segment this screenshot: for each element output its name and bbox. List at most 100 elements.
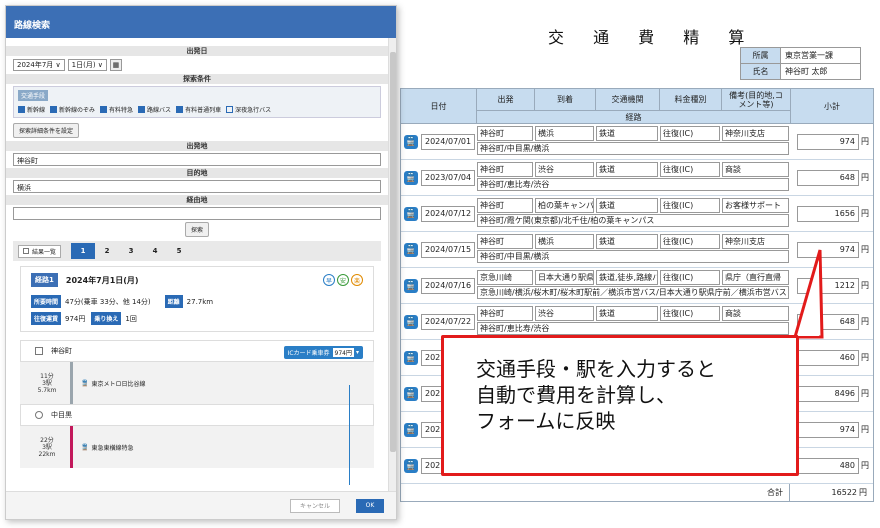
checkbox-icon: [100, 106, 108, 113]
via-header: 経由地: [6, 195, 388, 205]
ok-button[interactable]: OK: [356, 498, 384, 513]
transport-checkbox[interactable]: 有料普通列車: [176, 105, 221, 114]
ic-label: ICカード乗車券: [287, 350, 330, 357]
result-list-label: 結果一覧: [32, 248, 57, 256]
transport-label: 交通手段: [18, 90, 49, 101]
transfer-tag: 乗り換え: [91, 312, 122, 325]
leg-1-distance: 5.7km: [37, 386, 57, 394]
fare-row: 往復運賃 974円 乗り換え 1回: [21, 310, 373, 331]
ic-fare-selector[interactable]: ICカード乗車券 974円 ▾: [283, 346, 363, 359]
ic-connector-line: [349, 385, 350, 485]
distance-value: 27.7km: [186, 297, 214, 306]
transfer-value: 1回: [125, 314, 137, 323]
checkbox-label: 深夜急行バス: [235, 107, 272, 114]
transport-checks: 新幹線 新幹線のぞみ 有料特急 路線バス 有料普通列車 深夜急行バス: [18, 105, 376, 114]
cheap-icon: 安: [337, 274, 349, 286]
checkbox-label: 有料普通列車: [185, 107, 222, 114]
train-icon: 🚆: [81, 379, 89, 387]
route-date: 2024年7月1日(月): [65, 275, 139, 285]
search-row: 探索: [6, 222, 388, 237]
tab-3[interactable]: 3: [119, 243, 143, 259]
date-row: 2024年7月 ∨ 1日(月) ∨ ▦: [6, 56, 388, 74]
station-square-icon: [35, 347, 43, 355]
leg-1: 11分 3駅 5.7km 🚆 東京メトロ日比谷線: [20, 362, 374, 404]
departure-date-header: 出発日: [6, 46, 388, 56]
dialog-title: 路線検索: [6, 6, 396, 38]
from-header: 出発地: [6, 141, 388, 151]
leg-2-time: 22分: [40, 436, 54, 444]
train-icon: 🚆: [81, 443, 89, 451]
fast-icon: 早: [323, 274, 335, 286]
tab-4[interactable]: 4: [143, 243, 167, 259]
cancel-button[interactable]: キャンセル: [290, 498, 340, 513]
result-list-button[interactable]: 結果一覧: [18, 244, 62, 258]
leg-2-line: 🚆 東急東横線特急: [81, 443, 134, 452]
checkbox-icon: [176, 106, 184, 113]
day-value: 1日(月): [71, 61, 96, 69]
leg-2-line-name: 東急東横線特急: [91, 444, 134, 452]
list-icon: [23, 248, 29, 254]
leg-2-distance: 22km: [38, 450, 56, 458]
dialog-footer: キャンセル OK: [6, 491, 396, 519]
from-input[interactable]: 神谷町: [13, 153, 381, 166]
leg-1-stations: 3駅: [42, 379, 52, 387]
leg-2-line-color: [70, 426, 73, 468]
detail-row: 探索詳細条件を設定: [6, 120, 388, 141]
leg-1-time: 11分: [40, 372, 54, 380]
start-station-name: 神谷町: [51, 347, 72, 355]
result-tabs: 結果一覧 1 2 3 4 5: [13, 241, 381, 261]
dialog-scrollbar[interactable]: [388, 38, 396, 491]
to-header: 目的地: [6, 168, 388, 178]
ic-fare: 974円: [332, 348, 354, 357]
time-row: 所要時間 47分(乗車 33分、他 14分) 距離 27.7km: [21, 293, 373, 310]
calendar-icon[interactable]: ▦: [109, 59, 122, 71]
scroll-thumb[interactable]: [390, 52, 396, 452]
leg-1-line: 🚆 東京メトロ日比谷線: [81, 379, 146, 388]
leg-2-stations: 3駅: [42, 443, 52, 451]
year-month-select[interactable]: 2024年7月 ∨: [13, 59, 65, 71]
result-header: 経路1 2024年7月1日(月) 早 安 楽: [21, 267, 373, 293]
transport-checkbox[interactable]: 路線バス: [138, 105, 171, 114]
checkbox-label: 新幹線: [27, 107, 46, 114]
detail-condition-button[interactable]: 探索詳細条件を設定: [13, 123, 80, 138]
route-steps: 神谷町 ICカード乗車券 974円 ▾ 11分 3駅 5.7km 🚆 東京メトロ…: [20, 340, 374, 468]
easy-icon: 楽: [351, 274, 363, 286]
transfer-station-name: 中目黒: [51, 411, 72, 419]
transport-checkbox[interactable]: 新幹線のぞみ: [50, 105, 95, 114]
route-search-dialog: 路線検索 出発日 2024年7月 ∨ 1日(月) ∨ ▦ 探索条件 交通手段 新…: [5, 5, 397, 520]
transport-checkbox[interactable]: 有料特急: [100, 105, 133, 114]
transport-checkbox[interactable]: 新幹線: [18, 105, 45, 114]
fare-tag: 往復運賃: [31, 312, 62, 325]
leg-1-line-color: [70, 362, 73, 404]
checkbox-label: 路線バス: [147, 107, 172, 114]
leg-1-line-name: 東京メトロ日比谷線: [91, 380, 146, 388]
checkbox-label: 新幹線のぞみ: [59, 107, 96, 114]
dialog-body: 出発日 2024年7月 ∨ 1日(月) ∨ ▦ 探索条件 交通手段 新幹線 新幹線…: [6, 38, 388, 491]
leg-2: 22分 3駅 22km 🚆 東急東横線特急: [20, 426, 374, 468]
tab-1[interactable]: 1: [71, 243, 96, 259]
via-input[interactable]: [13, 207, 381, 220]
chevron-down-icon: ▾: [355, 349, 359, 356]
time-tag: 所要時間: [31, 295, 62, 308]
day-select[interactable]: 1日(月) ∨: [67, 59, 107, 71]
leg-2-info: 22分 3駅 22km: [32, 437, 62, 458]
checkbox-label: 有料特急: [109, 107, 134, 114]
year-month-value: 2024年7月: [17, 61, 54, 69]
route-result-card: 経路1 2024年7月1日(月) 早 安 楽 所要時間 47分(乗車 33分、他…: [20, 266, 374, 332]
distance-tag: 距離: [164, 295, 183, 308]
fare-value: 974円: [65, 314, 86, 323]
checkbox-icon: [50, 106, 58, 113]
checkbox-icon: [226, 106, 234, 113]
route-badge: 経路1: [31, 273, 58, 287]
transport-checkbox[interactable]: 深夜急行バス: [226, 105, 271, 114]
search-button[interactable]: 探索: [184, 222, 209, 237]
tab-2[interactable]: 2: [95, 243, 119, 259]
checkbox-icon: [18, 106, 25, 113]
tab-5[interactable]: 5: [167, 243, 191, 259]
condition-header: 探索条件: [6, 74, 388, 84]
leg-1-info: 11分 3駅 5.7km: [32, 373, 62, 394]
to-input[interactable]: 横浜: [13, 180, 381, 193]
condition-box: 交通手段 新幹線 新幹線のぞみ 有料特急 路線バス 有料普通列車 深夜急行バス: [13, 86, 381, 118]
start-station: 神谷町 ICカード乗車券 974円 ▾: [20, 340, 374, 362]
station-circle-icon: [35, 411, 43, 419]
